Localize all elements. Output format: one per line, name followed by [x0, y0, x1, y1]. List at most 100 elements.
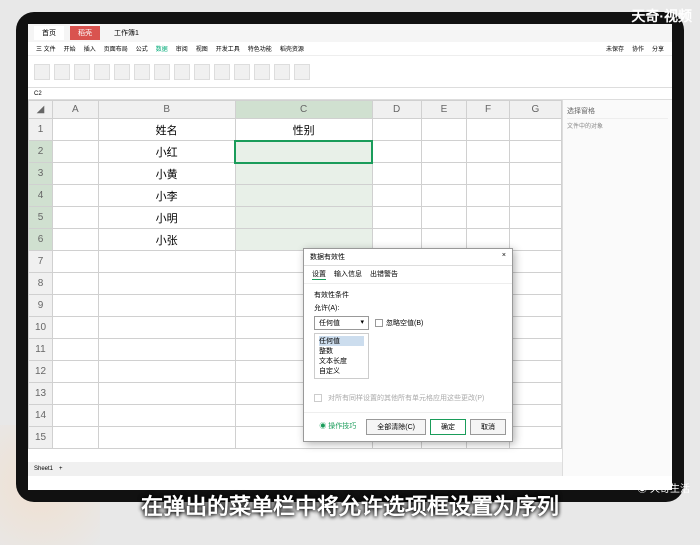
tab-settings[interactable]: 设置 [312, 269, 326, 280]
cell[interactable] [53, 383, 99, 405]
cancel-button[interactable]: 取消 [470, 419, 506, 435]
col-header[interactable]: B [98, 101, 235, 119]
tab-home[interactable]: 首页 [34, 26, 64, 40]
help-link[interactable]: ◉ 操作技巧 [313, 419, 362, 435]
checkbox-apply-all[interactable] [314, 394, 322, 402]
row-header[interactable]: 15 [29, 427, 53, 449]
dialog-titlebar[interactable]: 数据有效性 × [304, 249, 512, 266]
cell[interactable] [467, 119, 509, 141]
row-header[interactable]: 1 [29, 119, 53, 141]
menu-start[interactable]: 开始 [64, 44, 76, 53]
row-header[interactable]: 11 [29, 339, 53, 361]
cell[interactable]: 小张 [98, 229, 235, 251]
cell[interactable] [98, 427, 235, 449]
cell[interactable] [53, 361, 99, 383]
ribbon-button[interactable] [294, 64, 310, 80]
cell[interactable] [53, 185, 99, 207]
allow-option[interactable]: 文本长度 [319, 356, 364, 366]
row-header[interactable]: 8 [29, 273, 53, 295]
allow-option[interactable]: 任何值 [319, 336, 364, 346]
cell[interactable] [509, 405, 561, 427]
tab-docer[interactable]: 稻壳 [70, 26, 100, 40]
cell[interactable] [467, 163, 509, 185]
cell[interactable] [53, 207, 99, 229]
cell[interactable] [53, 295, 99, 317]
btn-collab[interactable]: 协作 [632, 44, 644, 53]
cell-selected[interactable] [235, 141, 372, 163]
checkbox-ignore-blank[interactable] [375, 319, 383, 327]
cell[interactable] [98, 251, 235, 273]
cell[interactable] [372, 141, 421, 163]
row-header[interactable]: 10 [29, 317, 53, 339]
row-header[interactable]: 2 [29, 141, 53, 163]
cell[interactable] [421, 207, 467, 229]
menu-layout[interactable]: 页面布局 [104, 44, 128, 53]
tab-workbook[interactable]: 工作簿1 [106, 26, 147, 40]
ribbon-button[interactable] [74, 64, 90, 80]
tab-input-msg[interactable]: 输入信息 [334, 269, 362, 280]
cell[interactable] [98, 339, 235, 361]
close-icon[interactable]: × [502, 252, 506, 262]
ribbon-button[interactable] [194, 64, 210, 80]
cell[interactable] [467, 185, 509, 207]
cell[interactable]: 小李 [98, 185, 235, 207]
col-header[interactable]: G [509, 101, 561, 119]
col-header[interactable]: A [53, 101, 99, 119]
cell[interactable] [509, 229, 561, 251]
ribbon-button[interactable] [214, 64, 230, 80]
cell[interactable] [98, 317, 235, 339]
col-header[interactable]: E [421, 101, 467, 119]
cell[interactable] [509, 185, 561, 207]
cell[interactable]: 姓名 [98, 119, 235, 141]
cell[interactable] [53, 339, 99, 361]
ribbon-button[interactable] [134, 64, 150, 80]
ribbon-button[interactable] [34, 64, 50, 80]
cell[interactable] [53, 229, 99, 251]
allow-select[interactable]: 任何值 ▾ [314, 316, 369, 330]
cell[interactable] [421, 141, 467, 163]
menu-review[interactable]: 审阅 [176, 44, 188, 53]
cell[interactable] [98, 383, 235, 405]
menu-data[interactable]: 数据 [156, 44, 168, 53]
cell[interactable] [509, 295, 561, 317]
btn-share[interactable]: 分享 [652, 44, 664, 53]
cell[interactable] [372, 207, 421, 229]
cell[interactable] [53, 427, 99, 449]
cell[interactable] [509, 383, 561, 405]
cell[interactable] [509, 339, 561, 361]
menu-insert[interactable]: 插入 [84, 44, 96, 53]
allow-option[interactable]: 整数 [319, 346, 364, 356]
cell[interactable] [98, 361, 235, 383]
menu-file[interactable]: 三 文件 [36, 44, 56, 53]
row-header[interactable]: 4 [29, 185, 53, 207]
cell[interactable] [509, 163, 561, 185]
cell[interactable] [467, 141, 509, 163]
cell[interactable] [53, 273, 99, 295]
sheet-tab[interactable]: Sheet1 [34, 466, 53, 472]
ribbon-button[interactable] [174, 64, 190, 80]
add-sheet-icon[interactable]: + [59, 466, 63, 472]
ribbon-button[interactable] [94, 64, 110, 80]
cell[interactable] [421, 119, 467, 141]
cell[interactable] [98, 295, 235, 317]
row-header[interactable]: 13 [29, 383, 53, 405]
spreadsheet-grid[interactable]: ◢ A B C D E F G 1姓名性别 2小红 3小黄 4小李 5小明 6小… [28, 100, 562, 476]
cell[interactable] [372, 119, 421, 141]
col-header[interactable]: F [467, 101, 509, 119]
cell[interactable] [53, 405, 99, 427]
cell[interactable] [372, 185, 421, 207]
menu-view[interactable]: 视图 [196, 44, 208, 53]
allow-option[interactable]: 自定义 [319, 366, 364, 376]
cell[interactable]: 性别 [235, 119, 372, 141]
cell[interactable] [53, 163, 99, 185]
cell[interactable] [509, 251, 561, 273]
cell[interactable] [509, 317, 561, 339]
cell[interactable] [421, 185, 467, 207]
row-header[interactable]: 7 [29, 251, 53, 273]
cell-selected[interactable] [235, 207, 372, 229]
cell[interactable] [53, 141, 99, 163]
menu-resource[interactable]: 稻壳资源 [280, 44, 304, 53]
ribbon-button[interactable] [114, 64, 130, 80]
cell[interactable]: 小黄 [98, 163, 235, 185]
tab-error-alert[interactable]: 出错警告 [370, 269, 398, 280]
